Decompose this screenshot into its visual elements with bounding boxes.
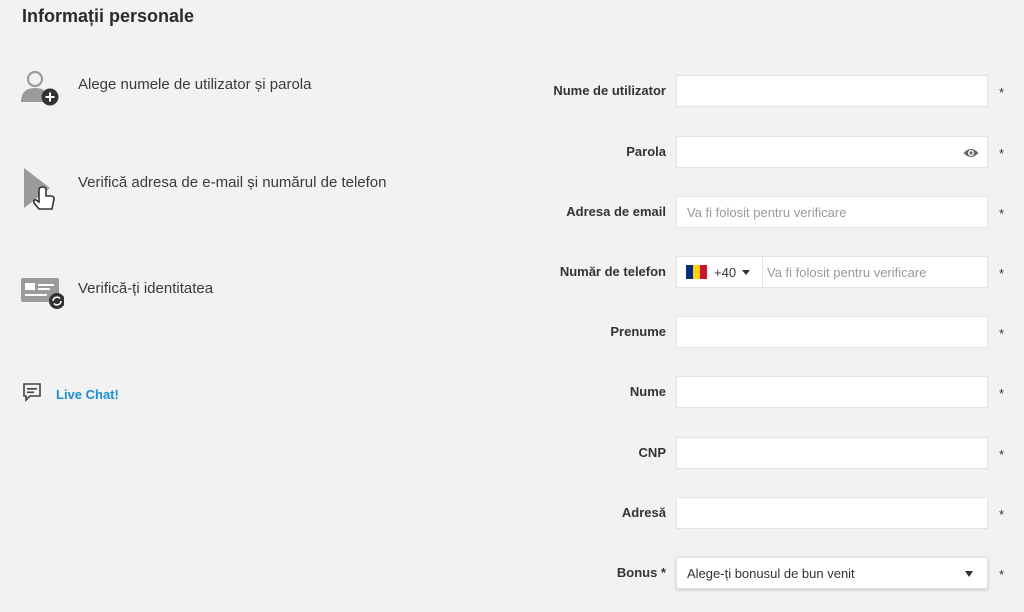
username-label: Nume de utilizator	[553, 83, 666, 98]
required-marker: *	[999, 206, 1005, 221]
step-choose-credentials: Alege numele de utilizator și parola	[20, 68, 311, 110]
chat-icon	[22, 382, 42, 407]
step-verify-identity: Verifică-ți identitatea	[20, 272, 213, 314]
password-row: Parola *	[500, 136, 1024, 170]
required-marker: *	[999, 146, 1005, 161]
address-row: Adresă *	[500, 497, 1024, 531]
phone-input[interactable]	[763, 257, 987, 287]
step-label: Verifică-ți identitatea	[78, 280, 214, 297]
last-name-label: Nume	[629, 384, 666, 399]
address-label: Adresă	[621, 505, 666, 520]
step-label: Alege numele de utilizator și parola	[78, 76, 312, 93]
step-label: Verifică adresa de e-mail și numărul de …	[78, 174, 387, 191]
page-title: Informații personale	[22, 6, 195, 26]
email-box	[676, 196, 988, 228]
password-box	[676, 136, 988, 168]
romania-flag-icon	[686, 265, 707, 279]
username-input[interactable]	[677, 76, 987, 106]
eye-icon[interactable]	[963, 146, 979, 160]
id-card-refresh-icon	[20, 272, 65, 314]
required-marker: *	[999, 567, 1005, 582]
required-marker: *	[999, 507, 1005, 522]
live-chat-link[interactable]: Live Chat!	[22, 382, 119, 407]
cnp-row: CNP *	[500, 437, 1024, 471]
bonus-label: Bonus *	[616, 565, 666, 580]
password-label: Parola	[626, 144, 666, 159]
bonus-row: Bonus * Alege-ți bonusul de bun venit *	[500, 557, 1024, 591]
user-add-icon	[20, 68, 62, 110]
chevron-down-icon	[742, 269, 751, 275]
country-code: +40	[714, 264, 737, 280]
first-name-box	[676, 316, 988, 348]
country-code-select[interactable]: +40	[677, 257, 763, 287]
address-box	[676, 497, 988, 529]
email-input[interactable]	[677, 197, 987, 227]
email-label: Adresa de email	[566, 204, 666, 219]
required-marker: *	[999, 266, 1005, 281]
cnp-input[interactable]	[677, 438, 987, 468]
last-name-box	[676, 376, 988, 408]
username-row: Nume de utilizator *	[500, 75, 1024, 109]
required-marker: *	[999, 326, 1005, 341]
tap-verify-icon	[20, 166, 62, 210]
required-marker: *	[999, 386, 1005, 401]
bonus-select[interactable]: Alege-ți bonusul de bun venit	[676, 557, 988, 589]
phone-label: Număr de telefon	[559, 264, 666, 279]
cnp-box	[676, 437, 988, 469]
email-row: Adresa de email *	[500, 196, 1024, 230]
first-name-input[interactable]	[677, 317, 987, 347]
last-name-row: Nume *	[500, 376, 1024, 410]
bonus-selected-value: Alege-ți bonusul de bun venit	[687, 565, 855, 581]
phone-box: +40	[676, 256, 988, 288]
required-marker: *	[999, 447, 1005, 462]
username-box	[676, 75, 988, 107]
step-verify-contact: Verifică adresa de e-mail și numărul de …	[20, 166, 387, 210]
address-input[interactable]	[677, 498, 987, 528]
chevron-down-icon	[965, 571, 973, 577]
first-name-row: Prenume *	[500, 316, 1024, 350]
last-name-input[interactable]	[677, 377, 987, 407]
first-name-label: Prenume	[610, 324, 666, 339]
phone-row: Număr de telefon +40 *	[500, 256, 1024, 290]
cnp-label: CNP	[638, 445, 666, 460]
live-chat-label[interactable]: Live Chat!	[56, 387, 119, 402]
required-marker: *	[999, 85, 1005, 100]
password-input[interactable]	[677, 137, 987, 167]
